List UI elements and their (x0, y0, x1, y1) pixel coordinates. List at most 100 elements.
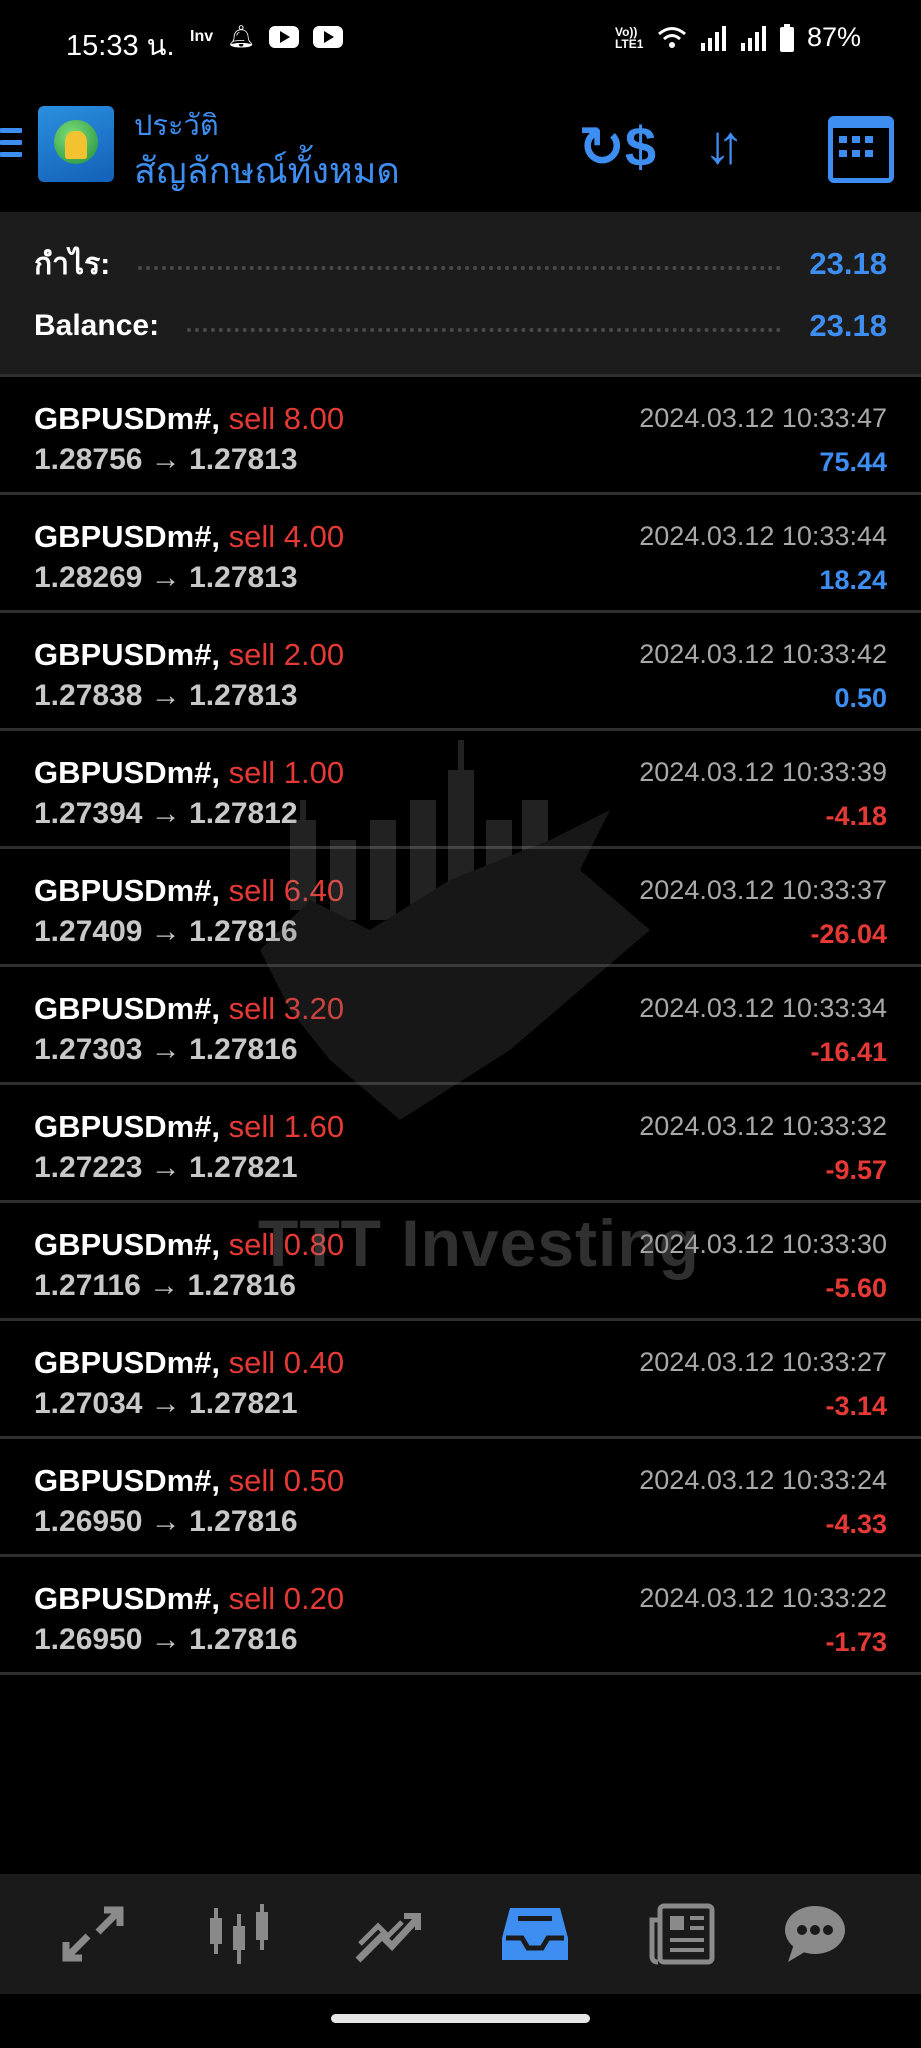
deal-profit: -4.33 (825, 1509, 887, 1539)
deal-time: 2024.03.12 10:33:39 (639, 757, 887, 787)
deal-row[interactable]: GBPUSDm#, sell 1.60 1.27223 → 1.27821 2024… (0, 1085, 921, 1200)
deal-symbol: GBPUSDm#, sell 0.40 (34, 1345, 344, 1381)
watermark-text: TTT Investing (258, 1206, 700, 1280)
history-inbox-icon[interactable] (500, 1902, 570, 1966)
symbol-name: GBPUSDm#, (34, 873, 221, 908)
deal-row[interactable]: GBPUSDm#, sell 0.40 1.27034 → 1.27821 2024… (0, 1321, 921, 1436)
summary-label: กำไร: (34, 247, 111, 281)
deal-side: sell 0.50 (228, 1463, 345, 1498)
symbol-name: GBPUSDm#, (34, 1581, 221, 1616)
deal-row[interactable]: GBPUSDm#, sell 0.20 1.26950 → 1.27816 2024… (0, 1557, 921, 1672)
deal-side: sell 1.60 (228, 1109, 345, 1144)
news-icon[interactable] (648, 1902, 718, 1966)
status-time: 15:33 น. (66, 30, 175, 62)
youtube-icon (269, 26, 300, 48)
inv-icon: Inv (190, 28, 214, 45)
deal-profit: 18.24 (819, 565, 887, 595)
deal-symbol: GBPUSDm#, sell 1.60 (34, 1109, 344, 1145)
deal-profit: 0.50 (834, 683, 887, 713)
deal-prices: 1.28269 → 1.27813 (34, 561, 298, 594)
battery-icon (779, 23, 794, 52)
deal-profit: -1.73 (825, 1627, 887, 1657)
divider (0, 1672, 921, 1675)
trade-icon[interactable] (352, 1902, 422, 1966)
wifi-icon (657, 26, 686, 48)
youtube-icon-2 (313, 26, 344, 48)
symbol-name: GBPUSDm#, (34, 1463, 221, 1498)
volte-icon: Vo)) LTE1 (614, 24, 644, 51)
deal-side: sell 4.00 (228, 519, 345, 554)
bell-icon: 🔔︎ (227, 24, 256, 49)
deal-time: 2024.03.12 10:33:24 (639, 1465, 887, 1495)
chart-candles-icon[interactable] (204, 1902, 274, 1966)
deal-time: 2024.03.12 10:33:37 (639, 875, 887, 905)
signal-icon (700, 25, 726, 51)
deal-row[interactable]: GBPUSDm#, sell 2.00 1.27838 → 1.27813 2024… (0, 613, 921, 728)
summary-panel: กำไร: 23.18 Balance: 23.18 (0, 212, 921, 374)
deal-row[interactable]: GBPUSDm#, sell 1.00 1.27394 → 1.27812 2024… (0, 731, 921, 846)
summary-label: Balance: (34, 309, 160, 342)
deal-time: 2024.03.12 10:33:42 (639, 639, 887, 669)
deal-side: sell 0.20 (228, 1581, 345, 1616)
deal-prices: 1.27409 → 1.27816 (34, 915, 298, 948)
deal-time: 2024.03.12 10:33:47 (639, 403, 887, 433)
deal-side: sell 6.40 (228, 873, 345, 908)
deal-time: 2024.03.12 10:33:22 (639, 1583, 887, 1613)
deal-row[interactable]: GBPUSDm#, sell 6.40 1.27409 → 1.27816 2024… (0, 849, 921, 964)
deposit-icon[interactable]: ↻$ (578, 114, 656, 180)
dotted-leader (138, 266, 782, 270)
deal-profit: -9.57 (825, 1155, 887, 1185)
deal-prices: 1.27394 → 1.27812 (34, 797, 298, 830)
symbol-name: GBPUSDm#, (34, 401, 221, 436)
deal-side: sell 1.00 (228, 755, 345, 790)
deal-time: 2024.03.12 10:33:34 (639, 993, 887, 1023)
deal-profit: -26.04 (810, 919, 887, 949)
deal-time: 2024.03.12 10:33:27 (639, 1347, 887, 1377)
symbol-filter[interactable]: สัญลักษณ์ทั้งหมด (134, 142, 400, 199)
deal-prices: 1.27838 → 1.27813 (34, 679, 298, 712)
deal-symbol: GBPUSDm#, sell 6.40 (34, 873, 344, 909)
symbol-name: GBPUSDm#, (34, 637, 221, 672)
home-indicator[interactable] (331, 2014, 590, 2023)
deal-symbol: GBPUSDm#, sell 0.20 (34, 1581, 344, 1617)
quotes-icon[interactable] (58, 1902, 128, 1966)
deal-time: 2024.03.12 10:33:32 (639, 1111, 887, 1141)
deal-row[interactable]: GBPUSDm#, sell 8.00 1.28756 → 1.27813 2024… (0, 377, 921, 492)
deal-profit: -16.41 (810, 1037, 887, 1067)
symbol-name: GBPUSDm#, (34, 1109, 221, 1144)
deal-symbol: GBPUSDm#, sell 8.00 (34, 401, 344, 437)
signal-icon-2 (740, 25, 766, 51)
deal-profit: -4.18 (825, 801, 887, 831)
bottom-nav (0, 1874, 921, 1994)
deal-prices: 1.27223 → 1.27821 (34, 1151, 298, 1184)
deal-prices: 1.27034 → 1.27821 (34, 1387, 298, 1420)
deal-profit: -5.60 (825, 1273, 887, 1303)
calendar-icon[interactable] (828, 116, 894, 183)
chat-icon[interactable] (780, 1902, 850, 1966)
deal-row[interactable]: GBPUSDm#, sell 4.00 1.28269 → 1.27813 2024… (0, 495, 921, 610)
deal-prices: 1.27116 → 1.27816 (34, 1269, 296, 1302)
sort-icon[interactable]: ↓↑ (704, 114, 744, 176)
summary-value: 23.18 (809, 246, 887, 281)
summary-profit-row: กำไร: 23.18 (34, 242, 887, 286)
deal-symbol: GBPUSDm#, sell 4.00 (34, 519, 344, 555)
dotted-leader (187, 328, 782, 332)
deal-side: sell 0.40 (228, 1345, 345, 1380)
deal-row[interactable]: GBPUSDm#, sell 0.50 1.26950 → 1.27816 2024… (0, 1439, 921, 1554)
deal-side: sell 3.20 (228, 991, 345, 1026)
deal-prices: 1.27303 → 1.27816 (34, 1033, 298, 1066)
status-bar: 15:33 น. Inv 🔔︎ Vo)) LTE1 87% (0, 0, 921, 80)
deal-side: sell 8.00 (228, 401, 345, 436)
deal-symbol: GBPUSDm#, sell 1.00 (34, 755, 344, 791)
app-logo[interactable] (38, 106, 114, 182)
menu-icon[interactable] (0, 128, 22, 164)
deal-row[interactable]: GBPUSDm#, sell 3.20 1.27303 → 1.27816 2024… (0, 967, 921, 1082)
summary-value: 23.18 (809, 308, 887, 343)
deal-symbol: GBPUSDm#, sell 3.20 (34, 991, 344, 1027)
summary-balance-row: Balance: 23.18 (34, 304, 887, 348)
symbol-name: GBPUSDm#, (34, 1345, 221, 1380)
deal-prices: 1.28756 → 1.27813 (34, 443, 298, 476)
deal-prices: 1.26950 → 1.27816 (34, 1505, 298, 1538)
deal-time: 2024.03.12 10:33:44 (639, 521, 887, 551)
deal-profit: -3.14 (825, 1391, 887, 1421)
